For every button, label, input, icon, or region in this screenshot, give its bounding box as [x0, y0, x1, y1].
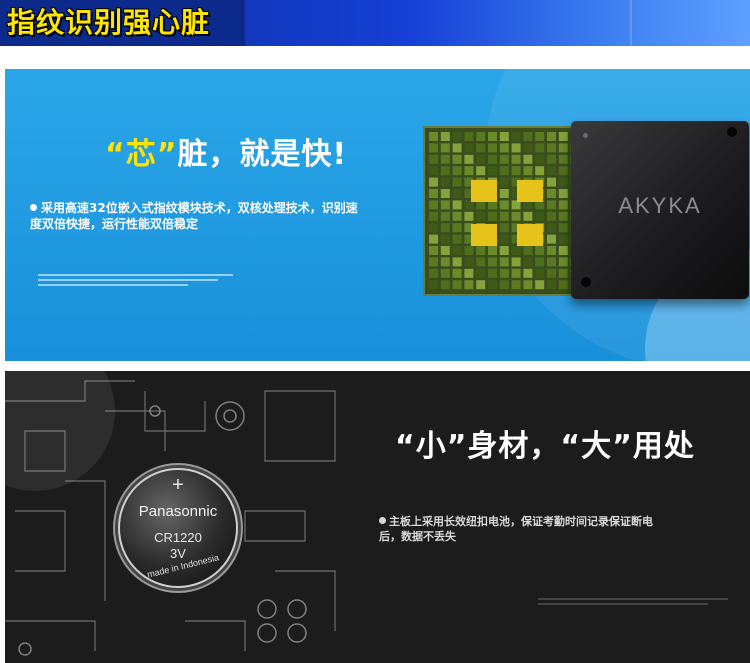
chip-section: “芯”脏，就是快! 采用高速32位嵌入式指纹模块技术，双核处理技术，识别速度双倍… — [5, 69, 750, 361]
fine-print-lines — [38, 274, 233, 289]
battery-plus-icon: + — [172, 474, 184, 496]
chip-heading-highlight: “芯” — [105, 137, 178, 172]
chip-package-image: AKYKA — [571, 121, 749, 299]
pin1-marker — [583, 133, 588, 138]
chip-bullet-text: 采用高速32位嵌入式指纹模块技术，双核处理技术，识别速度双倍快捷，运行性能双倍稳… — [30, 201, 358, 231]
coin-battery-image: + Panasonnic CR1220 3V made in Indonesia — [118, 468, 238, 588]
mount-hole — [581, 277, 591, 287]
battery-brand: Panasonnic — [138, 503, 218, 520]
fine-print-lines — [538, 598, 728, 608]
battery-heading: “小”身材，“大”用处 — [395, 429, 695, 464]
battery-section: + Panasonnic CR1220 3V made in Indonesia… — [5, 371, 750, 663]
mount-hole — [727, 127, 737, 137]
page-title: 指纹识别强心脏 — [7, 6, 211, 39]
battery-model: CR1220 — [154, 530, 202, 545]
header-banner: 指纹识别强心脏 — [0, 0, 750, 46]
header-divider — [630, 0, 632, 46]
chip-heading-text: 脏，就是快! — [177, 137, 348, 172]
chip-heading: “芯”脏，就是快! — [105, 129, 347, 173]
battery-bullet-text: 主板上采用长效纽扣电池，保证考勤时间记录保证断电后，数据不丢失 — [379, 515, 653, 543]
chip-bullet: 采用高速32位嵌入式指纹模块技术，双核处理技术，识别速度双倍快捷，运行性能双倍稳… — [30, 200, 360, 232]
bullet-dot-icon — [379, 517, 386, 524]
bullet-dot-icon — [30, 204, 37, 211]
battery-bullet: 主板上采用长效纽扣电池，保证考勤时间记录保证断电后，数据不丢失 — [379, 514, 659, 544]
chip-brand-label: AKYKA — [618, 193, 702, 218]
